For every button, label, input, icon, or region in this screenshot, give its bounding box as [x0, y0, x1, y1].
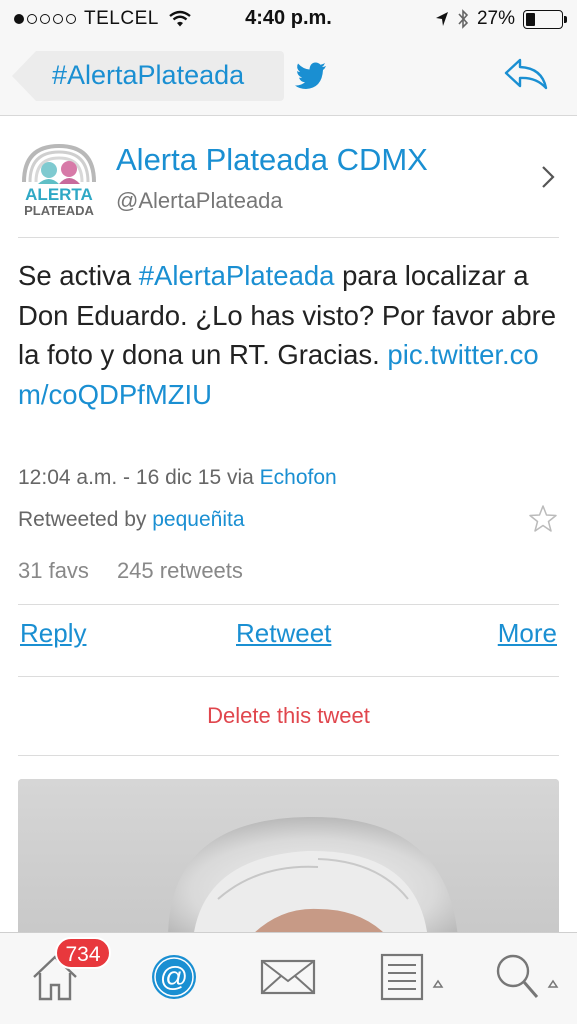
- favs-count[interactable]: 31 favs: [18, 558, 89, 583]
- divider: [18, 604, 559, 605]
- tweet-text: Se activa #AlertaPlateada para localizar…: [18, 256, 559, 414]
- retweet-button[interactable]: Retweet: [236, 618, 331, 649]
- nav-title[interactable]: #AlertaPlateada: [52, 60, 244, 91]
- reply-button[interactable]: Reply: [20, 618, 86, 649]
- timestamp-text: 12:04 a.m. - 16 dic 15 via: [18, 466, 260, 489]
- tweet-author[interactable]: ALERTA PLATEADA Alerta Plateada CDMX @Al…: [0, 116, 577, 236]
- photo-image: [18, 779, 559, 939]
- retweets-count[interactable]: 245 retweets: [117, 558, 243, 583]
- chevron-right-icon[interactable]: [540, 164, 556, 190]
- status-bar: TELCEL 4:40 p.m. 27%: [0, 0, 577, 38]
- twitter-bird-icon: [295, 62, 326, 89]
- mentions-icon[interactable]: @: [149, 951, 199, 1003]
- tweet-photo[interactable]: [18, 779, 559, 939]
- client-link[interactable]: Echofon: [260, 466, 337, 489]
- delete-tweet-button[interactable]: Delete this tweet: [0, 703, 577, 729]
- location-arrow-icon: [435, 12, 448, 26]
- favorite-star-icon[interactable]: [528, 504, 558, 534]
- bluetooth-icon: [458, 9, 469, 29]
- svg-text:PLATEADA: PLATEADA: [24, 203, 94, 218]
- tweet-text-part: Se activa: [18, 260, 139, 291]
- retweeted-label: Retweeted by: [18, 508, 153, 531]
- reply-icon[interactable]: [502, 54, 550, 94]
- divider: [18, 237, 559, 238]
- messages-icon[interactable]: [259, 951, 317, 1003]
- divider: [18, 676, 559, 677]
- navigation-bar: #AlertaPlateada: [0, 38, 577, 116]
- author-handle: @AlertaPlateada: [116, 188, 283, 213]
- battery-icon: [523, 9, 567, 29]
- search-icon[interactable]: [493, 951, 563, 1003]
- notification-badge: 734: [55, 937, 111, 969]
- tweet-actions: Reply Retweet More: [0, 618, 577, 662]
- tweet-stats: 31 favs 245 retweets: [18, 558, 243, 584]
- svg-text:@: @: [160, 961, 188, 992]
- lists-icon[interactable]: [378, 951, 448, 1003]
- svg-text:ALERTA: ALERTA: [25, 185, 93, 204]
- retweeted-by: Retweeted by pequeñita: [18, 508, 245, 532]
- tweet-timestamp: 12:04 a.m. - 16 dic 15 via Echofon: [18, 466, 337, 490]
- hashtag-link[interactable]: #AlertaPlateada: [139, 260, 335, 291]
- author-name[interactable]: Alerta Plateada CDMX: [116, 142, 428, 178]
- more-button[interactable]: More: [498, 618, 557, 649]
- author-avatar: ALERTA PLATEADA: [22, 143, 96, 218]
- divider: [18, 755, 559, 756]
- retweeter-link[interactable]: pequeñita: [152, 508, 244, 531]
- battery-percent: 27%: [476, 8, 515, 29]
